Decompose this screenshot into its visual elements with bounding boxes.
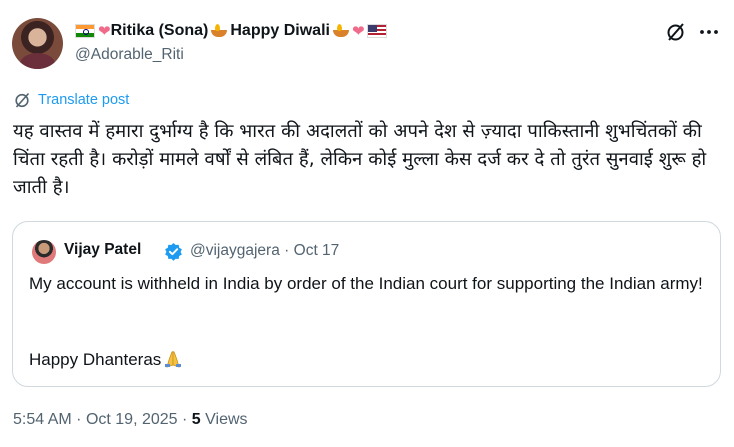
quoted-post[interactable]: Vijay Patel @vijaygajera · Oct 17 My acc… xyxy=(12,221,721,387)
grok-icon[interactable] xyxy=(666,22,686,42)
flag-india-icon xyxy=(75,24,95,38)
views-count: 5 xyxy=(191,411,201,428)
quoted-author-avatar xyxy=(32,240,56,264)
diya-icon xyxy=(209,24,229,37)
translate-icon xyxy=(15,92,30,108)
more-icon[interactable] xyxy=(698,22,720,42)
views-label: Views xyxy=(205,411,248,428)
heart-icon: ❤ xyxy=(351,23,365,40)
translate-post-link[interactable]: Translate post xyxy=(14,92,129,108)
quoted-post-text-2: Happy Dhanteras xyxy=(29,348,184,372)
quoted-post-greeting: Happy Dhanteras xyxy=(29,350,162,369)
meta-separator: · xyxy=(182,411,188,428)
flag-usa-icon xyxy=(366,24,387,38)
meta-separator: · xyxy=(284,242,290,259)
display-name-text: Ritika (Sona) xyxy=(110,22,209,39)
quoted-author-meta: @vijaygajera · Oct 17 xyxy=(190,242,339,260)
meta-separator: · xyxy=(76,411,82,428)
quoted-post-date: Oct 17 xyxy=(293,242,340,259)
post-time[interactable]: 5:54 AM xyxy=(13,411,72,428)
quoted-author-handle: @vijaygajera xyxy=(190,242,280,259)
diya-icon xyxy=(331,24,351,37)
translate-label: Translate post xyxy=(38,92,130,108)
quoted-post-text: My account is withheld in India by order… xyxy=(29,274,703,293)
heart-icon: ❤ xyxy=(98,23,111,40)
verified-icon xyxy=(165,242,182,261)
display-name-greeting: Happy Diwali xyxy=(230,22,330,39)
post-text: यह वास्तव में हमारा दुर्भाग्य है कि भारत… xyxy=(13,121,707,198)
post-meta: 5:54 AM · Oct 19, 2025 · 5 Views xyxy=(13,411,248,429)
author-avatar[interactable] xyxy=(12,18,63,69)
author-display-name[interactable]: ❤ Ritika (Sona) Happy Diwali ❤ xyxy=(75,19,387,43)
folded-hands-icon xyxy=(165,351,182,368)
post-date[interactable]: Oct 19, 2025 xyxy=(86,411,178,428)
author-handle[interactable]: @Adorable_Riti xyxy=(75,46,184,64)
quoted-author-name: Vijay Patel xyxy=(64,241,142,258)
